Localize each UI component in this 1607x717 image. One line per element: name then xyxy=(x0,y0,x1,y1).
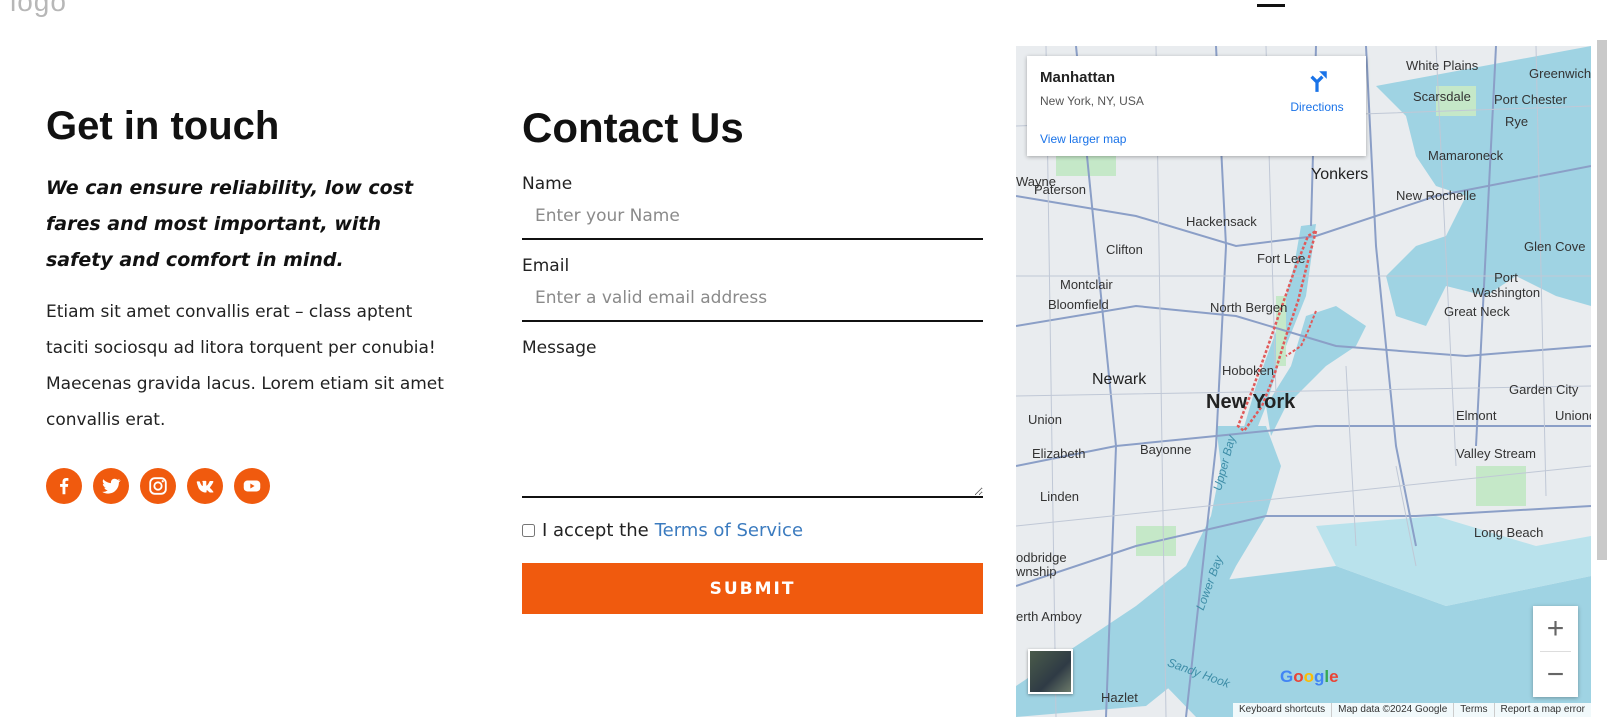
name-label: Name xyxy=(522,174,573,194)
get-in-touch-title: Get in touch xyxy=(46,104,280,148)
map-label-new-york: New York xyxy=(1206,391,1296,413)
map-label-mamaroneck: Mamaroneck xyxy=(1428,148,1504,163)
map-label-union: Union xyxy=(1028,412,1062,427)
zoom-out-button[interactable]: − xyxy=(1533,652,1578,697)
map-label-clifton: Clifton xyxy=(1106,242,1143,257)
report-error-link[interactable]: Report a map error xyxy=(1493,703,1591,717)
terms-link-map[interactable]: Terms xyxy=(1453,703,1493,717)
map-label-new-rochelle: New Rochelle xyxy=(1396,188,1477,203)
map-label-elmont: Elmont xyxy=(1456,408,1497,423)
instagram-icon[interactable] xyxy=(140,468,176,504)
map-data-text: Map data ©2024 Google xyxy=(1331,703,1453,717)
map-attribution: Keyboard shortcuts Map data ©2024 Google… xyxy=(1232,703,1591,717)
message-label: Message xyxy=(522,338,597,358)
submit-button[interactable]: SUBMIT xyxy=(522,563,983,614)
email-label: Email xyxy=(522,256,570,276)
contact-form: Contact Us Name Email Message I accept t… xyxy=(522,100,983,614)
page-scrollbar[interactable] xyxy=(1597,40,1607,560)
terms-row: I accept the Terms of Service xyxy=(522,520,983,541)
body-text: Etiam sit amet convallis erat – class ap… xyxy=(46,302,444,430)
social-links xyxy=(46,468,466,504)
map-label-woodbridge: odbridge xyxy=(1016,550,1067,565)
map-label-garden-city: Garden City xyxy=(1509,382,1579,397)
directions-label: Directions xyxy=(1290,100,1344,114)
map-label-north-bergen: North Bergen xyxy=(1210,300,1288,315)
facebook-icon[interactable] xyxy=(46,468,82,504)
map-label-rye: Rye xyxy=(1505,114,1529,129)
zoom-in-button[interactable]: + xyxy=(1533,606,1578,651)
map-label-scarsdale: Scarsdale xyxy=(1413,89,1471,104)
map-label-fort-lee: Fort Lee xyxy=(1257,251,1306,266)
view-larger-map-link[interactable]: View larger map xyxy=(1040,132,1126,146)
map-label-great-neck: Great Neck xyxy=(1444,304,1510,319)
map-label-glen-cove: Glen Cove xyxy=(1524,239,1586,254)
menu-icon[interactable] xyxy=(1257,0,1285,14)
map-label-greenwich: Greenwich xyxy=(1529,66,1591,81)
map-label-long-beach: Long Beach xyxy=(1474,525,1544,540)
map-label-yonkers: Yonkers xyxy=(1311,166,1369,183)
tagline: We can ensure reliability, low cost fare… xyxy=(46,177,414,271)
map-label-hackensack: Hackensack xyxy=(1186,214,1257,229)
map-label-newark: Newark xyxy=(1092,371,1147,388)
satellite-toggle[interactable] xyxy=(1028,649,1073,694)
map-label-bayonne: Bayonne xyxy=(1140,442,1192,457)
map-label-elizabeth: Elizabeth xyxy=(1032,446,1086,461)
get-in-touch-section: Get in touch We can ensure reliability, … xyxy=(46,100,466,504)
terms-checkbox[interactable] xyxy=(522,524,535,537)
message-textarea[interactable] xyxy=(522,358,983,498)
map-label-white-plains: White Plains xyxy=(1406,58,1479,73)
name-input[interactable] xyxy=(522,194,983,240)
email-input[interactable] xyxy=(522,276,983,322)
map-label-port-chester: Port Chester xyxy=(1494,92,1567,107)
map-label-township: wnship xyxy=(1016,564,1057,579)
map-label-valley-stream: Valley Stream xyxy=(1456,446,1536,461)
map-label-linden: Linden xyxy=(1040,489,1080,504)
map-info-card: Manhattan New York, NY, USA View larger … xyxy=(1027,56,1366,156)
twitter-icon[interactable] xyxy=(93,468,129,504)
map-place-title: Manhattan xyxy=(1040,69,1115,86)
contact-us-title: Contact Us xyxy=(522,104,744,151)
site-logo[interactable]: logo xyxy=(10,0,67,18)
google-logo: Google xyxy=(1280,667,1339,686)
map-zoom-control: + − xyxy=(1533,606,1578,697)
directions-button[interactable]: Directions xyxy=(1277,68,1357,114)
youtube-icon[interactable] xyxy=(234,468,270,504)
map-label-port-washington: Port Washington xyxy=(1471,270,1541,300)
directions-icon xyxy=(1310,71,1327,92)
map-label-paterson: Paterson xyxy=(1034,182,1087,197)
map-label-perth-amboy: erth Amboy xyxy=(1016,609,1082,624)
map-label-hoboken: Hoboken xyxy=(1222,363,1275,378)
map-label-hazlet: Hazlet xyxy=(1101,690,1138,705)
terms-text: I accept the xyxy=(542,520,649,541)
map-embed[interactable]: White Plains Greenwich Scarsdale Port Ch… xyxy=(1016,46,1591,717)
vk-icon[interactable] xyxy=(187,468,223,504)
keyboard-shortcuts-link[interactable]: Keyboard shortcuts xyxy=(1233,703,1331,717)
terms-link[interactable]: Terms of Service xyxy=(655,520,803,541)
map-label-montclair: Montclair xyxy=(1060,277,1113,292)
map-label-bloomfield: Bloomfield xyxy=(1048,297,1109,312)
map-place-subtitle: New York, NY, USA xyxy=(1040,94,1144,108)
map-label-uniondale: Uniond xyxy=(1555,408,1591,423)
